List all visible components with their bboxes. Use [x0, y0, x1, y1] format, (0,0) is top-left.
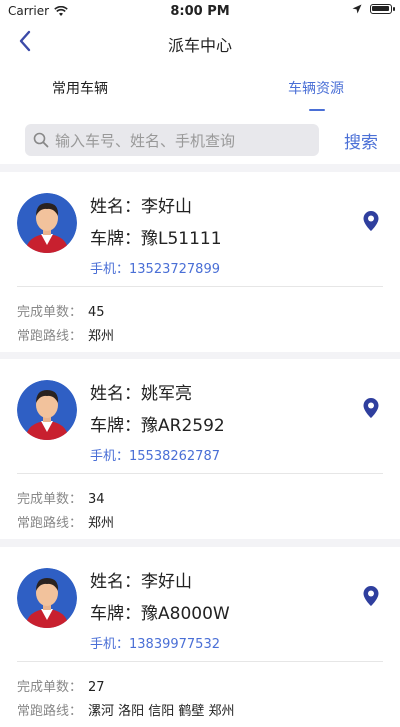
name-label: 姓名：: [90, 197, 141, 217]
active-tab-indicator: [309, 109, 325, 111]
route-value: 郑州: [88, 329, 115, 344]
driver-card[interactable]: 姓名：李好山 车牌：豫A8000W 手机：13839977532 完成单数： 27…: [0, 547, 400, 727]
tab-common-vehicles[interactable]: 常用车辆: [52, 78, 108, 98]
orders-label: 完成单数：: [17, 305, 83, 320]
driver-name: 李好山: [141, 197, 192, 217]
orders-label: 完成单数：: [17, 680, 83, 695]
license-plate: 豫L51111: [141, 229, 222, 249]
driver-avatar: [17, 380, 77, 440]
driver-name: 姚军亮: [141, 384, 192, 404]
orders-count: 34: [88, 492, 105, 507]
divider: [17, 286, 383, 287]
driver-card[interactable]: 姓名：李好山 车牌：豫L51111 手机：13523727899 完成单数： 45…: [0, 172, 400, 352]
driver-avatar: [17, 568, 77, 628]
search-box: [25, 124, 319, 156]
status-bar: Carrier 8:00 PM: [0, 0, 400, 22]
route-label: 常跑路线：: [17, 329, 83, 344]
name-label: 姓名：: [90, 384, 141, 404]
phone-label: 手机：: [90, 449, 130, 464]
phone-number[interactable]: 13523727899: [129, 262, 220, 277]
nav-bar: 派车中心: [0, 22, 400, 62]
orders-count: 27: [88, 680, 105, 695]
phone-number[interactable]: 13839977532: [129, 637, 220, 652]
phone-number[interactable]: 15538262787: [129, 449, 220, 464]
orders-label: 完成单数：: [17, 492, 83, 507]
search-row: 搜索: [0, 114, 400, 164]
page-title: 派车中心: [167, 36, 232, 55]
phone-label: 手机：: [90, 637, 130, 652]
status-time: 8:00 PM: [170, 4, 230, 19]
divider: [17, 661, 383, 662]
location-pin-icon[interactable]: [362, 210, 380, 232]
battery-icon: [370, 4, 395, 14]
location-pin-icon[interactable]: [362, 397, 380, 419]
plate-label: 车牌：: [90, 604, 141, 624]
plate-label: 车牌：: [90, 229, 141, 249]
divider: [17, 473, 383, 474]
search-input[interactable]: [53, 129, 317, 153]
search-icon: [33, 132, 49, 148]
license-plate: 豫A8000W: [141, 604, 230, 624]
plate-label: 车牌：: [90, 416, 141, 436]
driver-avatar: [17, 193, 77, 253]
route-label: 常跑路线：: [17, 704, 83, 719]
name-label: 姓名：: [90, 572, 141, 592]
orders-count: 45: [88, 305, 105, 320]
driver-card[interactable]: 姓名：姚军亮 车牌：豫AR2592 手机：15538262787 完成单数： 34…: [0, 359, 400, 539]
tab-vehicle-resources[interactable]: 车辆资源: [288, 78, 344, 98]
route-value: 郑州: [88, 516, 115, 531]
route-value: 漯河 洛阳 信阳 鹤壁 郑州: [88, 704, 235, 719]
search-button[interactable]: 搜索: [344, 128, 378, 153]
driver-name: 李好山: [141, 572, 192, 592]
location-arrow-icon: [352, 4, 362, 14]
license-plate: 豫AR2592: [141, 416, 225, 436]
route-label: 常跑路线：: [17, 516, 83, 531]
phone-label: 手机：: [90, 262, 130, 277]
location-pin-icon[interactable]: [362, 585, 380, 607]
tab-bar: 常用车辆 车辆资源: [0, 62, 400, 114]
